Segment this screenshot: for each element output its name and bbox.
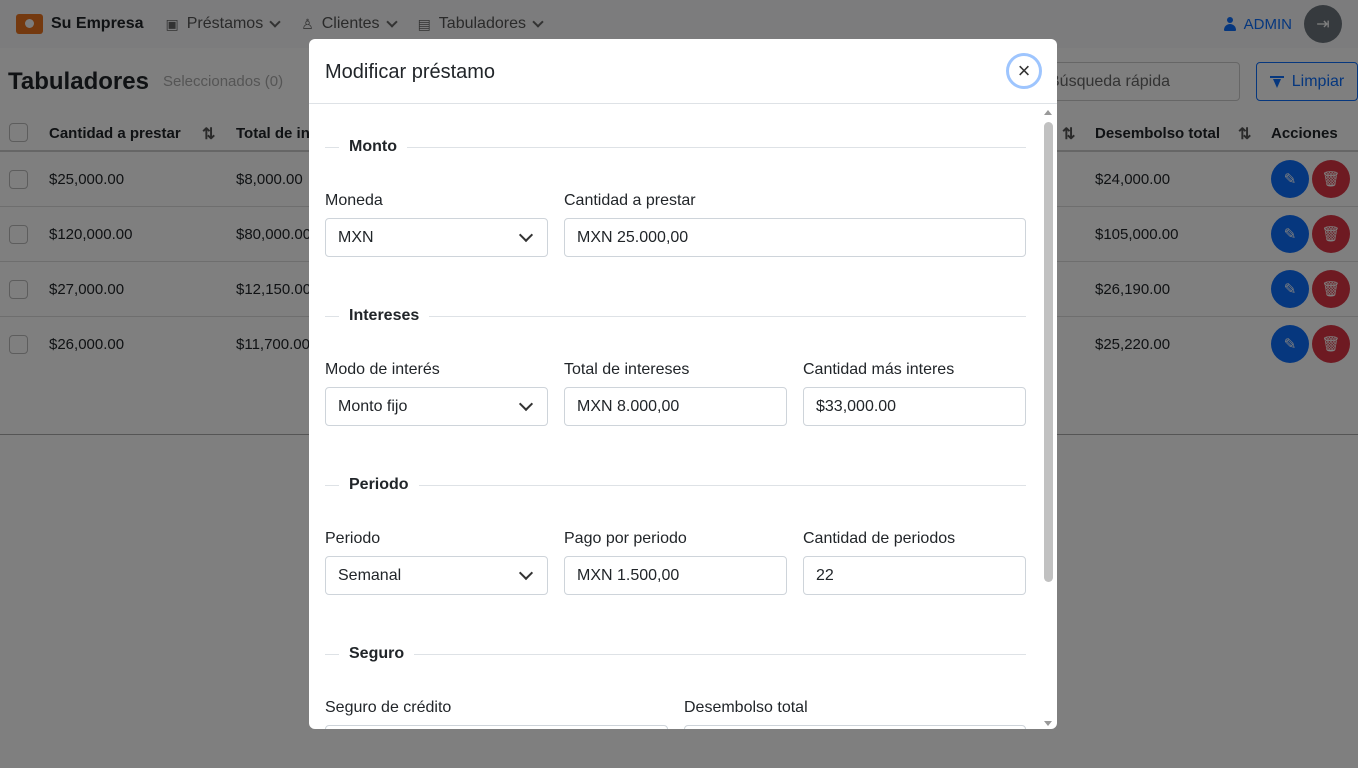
section-intereses: Intereses bbox=[325, 306, 1026, 326]
total-intereses-input[interactable]: MXN 8.000,00 bbox=[564, 387, 787, 426]
section-title: Intereses bbox=[339, 307, 430, 325]
moneda-value: MXN bbox=[338, 229, 374, 246]
chevron-down-icon bbox=[518, 396, 534, 412]
desembolso-label: Desembolso total bbox=[684, 699, 808, 716]
modo-value: Monto fijo bbox=[338, 398, 408, 415]
modo-select[interactable]: Monto fijo bbox=[325, 387, 548, 426]
section-title: Periodo bbox=[339, 476, 419, 494]
pago-label: Pago por periodo bbox=[564, 530, 687, 547]
periodo-value: Semanal bbox=[338, 567, 402, 584]
modal-body: Monto Moneda MXN Cantidad a prestar MXN … bbox=[309, 104, 1057, 729]
modal-header: Modificar préstamo × bbox=[309, 39, 1057, 104]
periodo-select[interactable]: Semanal bbox=[325, 556, 548, 595]
seguro-credito-label: Seguro de crédito bbox=[325, 699, 452, 716]
divider bbox=[325, 654, 1026, 655]
section-monto: Monto bbox=[325, 137, 1026, 157]
moneda-select[interactable]: MXN bbox=[325, 218, 548, 257]
cantidad-mas-label: Cantidad más interes bbox=[803, 361, 955, 378]
modo-label: Modo de interés bbox=[325, 361, 440, 378]
periodo-label: Periodo bbox=[325, 530, 381, 547]
cantidad-mas-input[interactable]: $33,000.00 bbox=[803, 387, 1026, 426]
moneda-label: Moneda bbox=[325, 192, 383, 209]
desembolso-input[interactable] bbox=[684, 725, 1026, 729]
scroll-up-icon[interactable] bbox=[1044, 110, 1052, 115]
close-button[interactable]: × bbox=[1006, 53, 1042, 89]
total-intereses-label: Total de intereses bbox=[564, 361, 690, 378]
num-periodos-label: Cantidad de periodos bbox=[803, 530, 956, 547]
scroll-down-icon[interactable] bbox=[1044, 721, 1052, 726]
modal-title: Modificar préstamo bbox=[325, 61, 496, 83]
divider bbox=[325, 485, 1026, 486]
chevron-down-icon bbox=[518, 565, 534, 581]
modal-scrollbar[interactable] bbox=[1043, 108, 1054, 728]
seguro-credito-input[interactable] bbox=[325, 725, 668, 729]
scroll-thumb[interactable] bbox=[1044, 122, 1053, 582]
section-title: Monto bbox=[339, 138, 407, 156]
pago-input[interactable]: MXN 1.500,00 bbox=[564, 556, 787, 595]
section-title: Seguro bbox=[339, 645, 415, 663]
divider bbox=[325, 147, 1026, 148]
num-periodos-input[interactable]: 22 bbox=[803, 556, 1026, 595]
section-periodo: Periodo bbox=[325, 475, 1026, 495]
divider bbox=[325, 316, 1026, 317]
cantidad-input[interactable]: MXN 25.000,00 bbox=[564, 218, 1026, 257]
chevron-down-icon bbox=[518, 227, 534, 243]
edit-loan-modal: Modificar préstamo × Monto Moneda MXN Ca… bbox=[309, 39, 1057, 729]
section-seguro: Seguro bbox=[325, 644, 1026, 664]
close-icon: × bbox=[1017, 58, 1031, 83]
cantidad-label: Cantidad a prestar bbox=[564, 192, 696, 209]
